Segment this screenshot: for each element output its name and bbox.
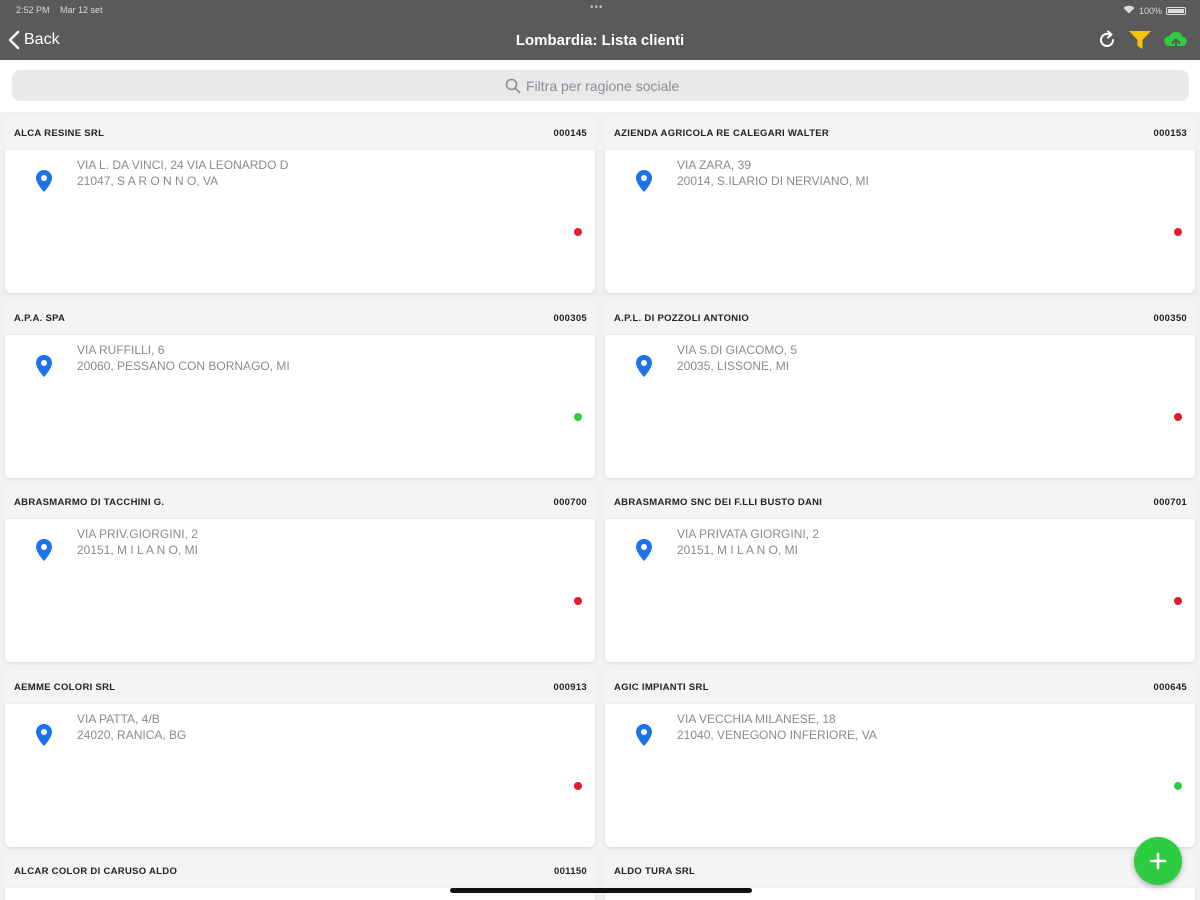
location-pin-icon[interactable] <box>35 169 53 198</box>
plus-icon <box>1149 852 1167 870</box>
search-icon <box>505 78 521 93</box>
client-code: 000913 <box>553 681 587 693</box>
client-card[interactable]: A.P.L. DI POZZOLI ANTONIO 000350 VIA S.DI… <box>605 301 1195 478</box>
client-name: ALCA RESINE SRL <box>14 127 105 139</box>
status-dot <box>1174 228 1182 236</box>
status-dot <box>574 413 582 421</box>
address-line-1: VIA RUFFILLI, 6 <box>77 343 165 357</box>
wifi-icon <box>1123 5 1135 16</box>
filter-icon[interactable] <box>1128 29 1152 51</box>
status-dot <box>574 782 582 790</box>
status-dot <box>1174 413 1182 421</box>
client-name: A.P.A. SPA <box>14 312 66 324</box>
client-code: 000305 <box>553 312 587 324</box>
location-pin-icon[interactable] <box>635 538 653 567</box>
address-line-2: 20035, LISSONE, MI <box>677 359 790 373</box>
address-line-2: 20014, S.ILARIO DI NERVIANO, MI <box>677 174 869 188</box>
client-card[interactable]: AEMME COLORI SRL 000913 VIA PATTA, 4/B 240… <box>5 670 595 847</box>
multitasking-dots-icon[interactable]: ••• <box>590 2 604 13</box>
address-line-2: 21047, S A R O N N O, VA <box>77 174 219 188</box>
address-line-2: 20151, M I L A N O, MI <box>77 543 198 557</box>
address-line-2: 20151, M I L A N O, MI <box>677 543 798 557</box>
client-card[interactable]: AZIENDA AGRICOLA RE CALEGARI WALTER 00015… <box>605 116 1195 293</box>
location-pin-icon[interactable] <box>35 723 53 752</box>
client-card[interactable]: ALCAR COLOR DI CARUSO ALDO 001150 <box>5 854 595 900</box>
search-area <box>0 60 1200 112</box>
navigation-bar: Back Lombardia: Lista clienti <box>0 20 1200 60</box>
status-bar: 2:52 PM Mar 12 set ••• 100% <box>0 0 1200 20</box>
client-card[interactable]: ALCA RESINE SRL 000145 VIA L. DA VINCI, 2… <box>5 116 595 293</box>
address-line-1: VIA L. DA VINCI, 24 VIA LEONARDO D <box>77 158 289 172</box>
search-input[interactable] <box>526 77 696 94</box>
cloud-sync-icon[interactable] <box>1162 29 1190 51</box>
home-indicator[interactable] <box>450 888 752 893</box>
client-card[interactable]: ALDO TURA SRL <box>605 854 1195 900</box>
client-code: 000350 <box>1153 312 1187 324</box>
address-line-1: VIA PRIV.GIORGINI, 2 <box>77 527 198 541</box>
location-pin-icon[interactable] <box>35 538 53 567</box>
client-name: A.P.L. DI POZZOLI ANTONIO <box>614 312 750 324</box>
client-name: AGIC IMPIANTI SRL <box>614 681 709 693</box>
search-bar[interactable] <box>12 70 1189 101</box>
status-date: Mar 12 set <box>60 5 103 15</box>
page-title: Lombardia: Lista clienti <box>515 32 685 49</box>
address-line-1: VIA PATTA, 4/B <box>77 712 160 726</box>
status-dot <box>574 228 582 236</box>
client-name: ALDO TURA SRL <box>614 865 696 877</box>
status-dot <box>1174 782 1182 790</box>
status-dot <box>1174 597 1182 605</box>
location-pin-icon[interactable] <box>635 723 653 752</box>
client-code: 000145 <box>553 127 587 139</box>
status-time: 2:52 PM <box>16 5 50 15</box>
client-card[interactable]: A.P.A. SPA 000305 VIA RUFFILLI, 6 20060, P… <box>5 301 595 478</box>
battery-percent: 100% <box>1138 5 1162 16</box>
address-line-2: 21040, VENEGONO INFERIORE, VA <box>677 728 877 742</box>
client-name: ABRASMARMO SNC DEI F.LLI BUSTO DANI <box>614 496 823 508</box>
client-card[interactable]: AGIC IMPIANTI SRL 000645 VIA VECCHIA MILA… <box>605 670 1195 847</box>
refresh-icon[interactable] <box>1096 29 1118 51</box>
client-name: AEMME COLORI SRL <box>14 681 116 693</box>
location-pin-icon[interactable] <box>635 354 653 383</box>
client-code: 001150 <box>554 865 587 877</box>
client-code: 000645 <box>1153 681 1187 693</box>
address-line-2: 24020, RANICA, BG <box>77 728 187 742</box>
battery-icon <box>1166 6 1186 15</box>
client-name: ALCAR COLOR DI CARUSO ALDO <box>14 865 178 877</box>
status-dot <box>574 597 582 605</box>
address-line-1: VIA ZARA, 39 <box>677 158 752 172</box>
client-name: ABRASMARMO DI TACCHINI G. <box>14 496 165 508</box>
address-line-1: VIA VECCHIA MILANESE, 18 <box>677 712 836 726</box>
location-pin-icon[interactable] <box>635 169 653 198</box>
address-line-1: VIA S.DI GIACOMO, 5 <box>677 343 798 357</box>
client-card[interactable]: ABRASMARMO SNC DEI F.LLI BUSTO DANI 00070… <box>605 485 1195 662</box>
client-name: AZIENDA AGRICOLA RE CALEGARI WALTER <box>614 127 830 139</box>
add-client-button[interactable] <box>1134 837 1182 885</box>
client-code: 000153 <box>1153 127 1187 139</box>
client-code: 000700 <box>553 496 587 508</box>
address-line-1: VIA PRIVATA GIORGINI, 2 <box>677 527 820 541</box>
address-line-2: 20060, PESSANO CON BORNAGO, MI <box>77 359 290 373</box>
client-code: 000701 <box>1153 496 1187 508</box>
location-pin-icon[interactable] <box>35 354 53 383</box>
client-card[interactable]: ABRASMARMO DI TACCHINI G. 000700 VIA PRIV… <box>5 485 595 662</box>
